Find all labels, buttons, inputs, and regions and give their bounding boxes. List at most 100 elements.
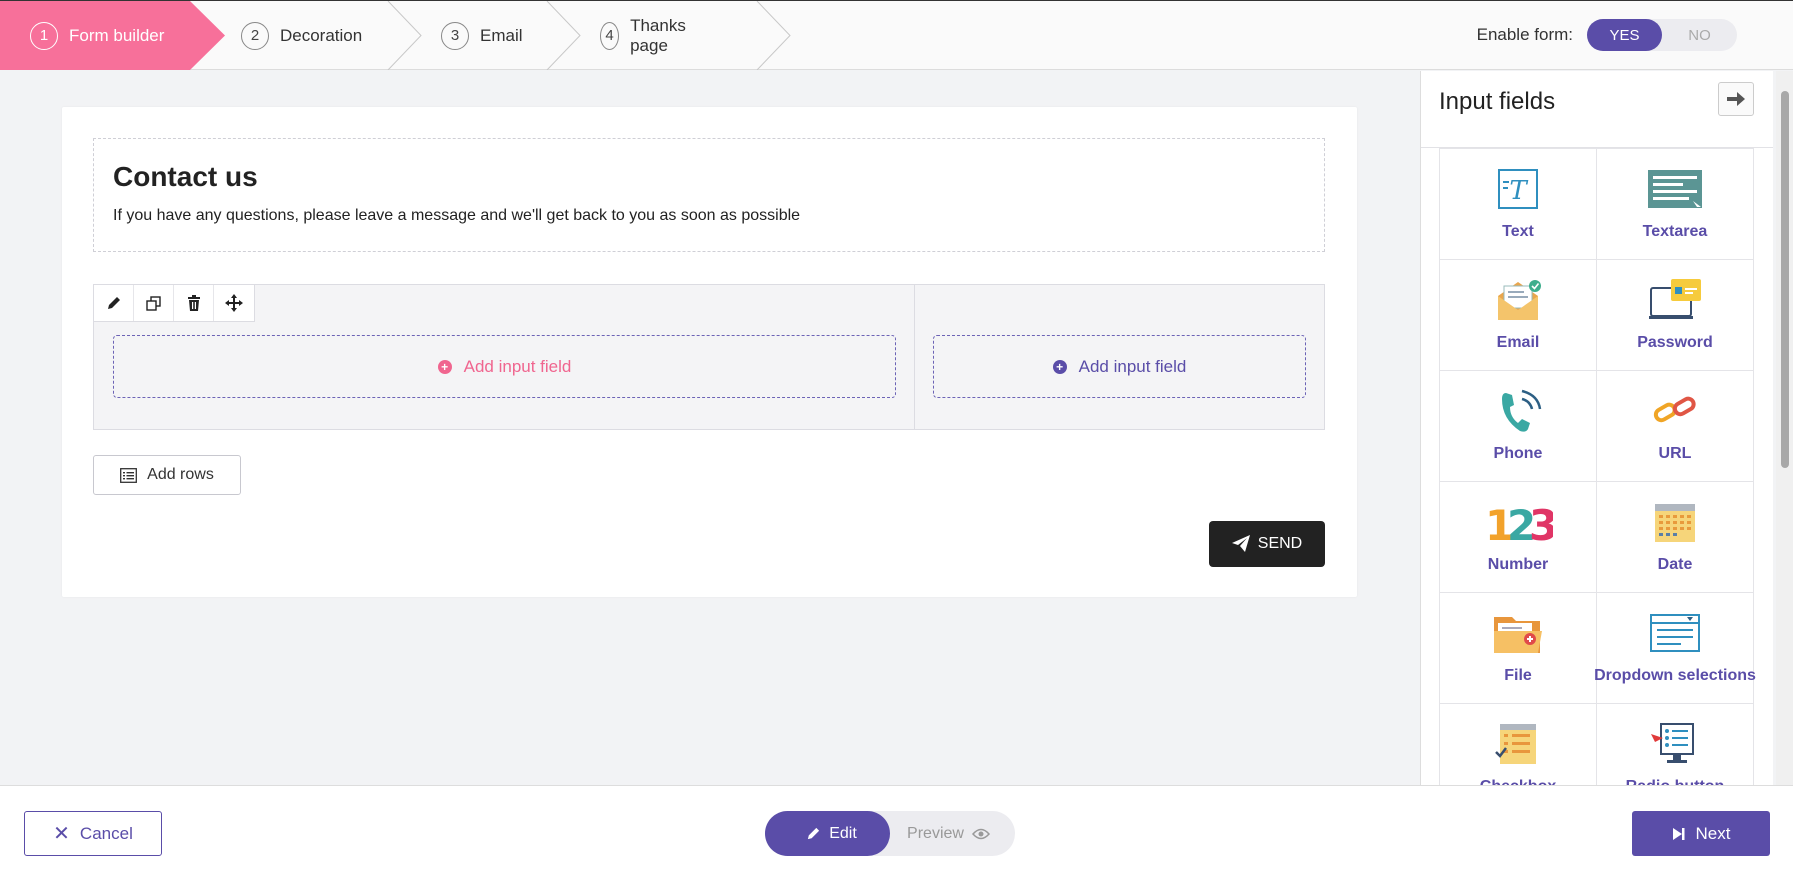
panel-title: Input fields [1439, 88, 1556, 115]
form-row: + Add input field + Add input field [93, 284, 1325, 430]
add-rows-button[interactable]: Add rows [93, 455, 241, 495]
field-type-url[interactable]: URL [1596, 370, 1754, 482]
edit-label: Edit [829, 824, 857, 842]
preview-label: Preview [907, 824, 964, 842]
trash-icon [187, 295, 200, 311]
svg-text:3: 3 [1529, 501, 1553, 546]
step-number: 4 [600, 21, 620, 50]
svg-text:T: T [1509, 176, 1528, 206]
field-type-email[interactable]: Email [1439, 259, 1597, 371]
date-icon [1655, 504, 1695, 542]
row-toolbar [94, 285, 255, 322]
cancel-button[interactable]: ✕ Cancel [24, 811, 162, 856]
mode-toggle: Edit Preview [765, 811, 1015, 856]
cancel-label: Cancel [79, 823, 133, 843]
field-type-text[interactable]: T Text [1439, 148, 1597, 260]
column-divider [914, 285, 915, 429]
list-icon [120, 467, 138, 483]
field-type-password[interactable]: Password [1596, 259, 1754, 371]
plus-circle-icon: + [437, 359, 452, 374]
number-icon: 123 [1485, 501, 1553, 546]
field-type-label: Dropdown selections [1594, 667, 1756, 684]
step-label: Thanks page [630, 15, 686, 55]
step-thanks-page[interactable]: 4 Thanks page [600, 1, 695, 70]
field-type-label: Text [1502, 223, 1534, 240]
step-decoration[interactable]: 2 Decoration [241, 1, 362, 70]
step-number: 2 [241, 21, 269, 50]
enable-form-yes[interactable]: YES [1587, 19, 1662, 51]
pencil-icon [808, 827, 820, 840]
field-type-textarea[interactable]: Textarea [1596, 148, 1754, 260]
bottom-action-bar: ✕ Cancel Edit Preview Next [0, 785, 1793, 879]
step-email[interactable]: 3 Email [441, 1, 523, 70]
collapse-panel-button[interactable] [1718, 82, 1754, 116]
password-icon [1649, 279, 1701, 319]
enable-form-no[interactable]: NO [1662, 19, 1737, 51]
form-header[interactable]: Contact us If you have any questions, pl… [93, 138, 1325, 252]
step-separator-icon [387, 1, 422, 70]
field-type-date[interactable]: Date [1596, 481, 1754, 593]
add-input-field-left[interactable]: + Add input field [113, 335, 896, 398]
step-label: Email [480, 25, 523, 45]
close-icon: ✕ [53, 823, 70, 845]
send-label: SEND [1257, 535, 1303, 552]
next-button[interactable]: Next [1632, 811, 1770, 856]
radio-icon [1651, 723, 1694, 763]
step-label: Decoration [280, 25, 363, 45]
textarea-icon [1648, 170, 1702, 208]
panel-scrollbar[interactable] [1776, 71, 1793, 785]
add-rows-label: Add rows [147, 466, 214, 483]
field-type-phone[interactable]: Phone [1439, 370, 1597, 482]
email-icon [1498, 280, 1541, 320]
form-description: If you have any questions, please leave … [113, 207, 801, 224]
move-row-button[interactable] [214, 285, 254, 321]
step-number: 3 [441, 21, 469, 50]
field-type-label: Date [1657, 556, 1693, 573]
field-type-label: URL [1658, 445, 1692, 462]
step-number: 1 [30, 21, 58, 50]
edit-row-button[interactable] [94, 285, 134, 321]
pencil-icon [107, 297, 120, 309]
input-fields-panel: Input fields T Text Textarea Email Passw… [1420, 71, 1773, 815]
enable-form-toggle[interactable]: YES NO [1587, 19, 1737, 51]
eye-icon [971, 828, 990, 839]
preview-mode-button[interactable]: Preview [890, 811, 1015, 856]
field-type-number[interactable]: 123 Number [1439, 481, 1597, 593]
next-label: Next [1695, 823, 1731, 843]
move-icon [225, 294, 243, 312]
duplicate-row-button[interactable] [134, 285, 174, 321]
field-type-label: Textarea [1642, 223, 1708, 240]
form-canvas: Contact us If you have any questions, pl… [62, 107, 1357, 597]
text-icon: T [1498, 169, 1538, 209]
enable-form-label: Enable form: [1476, 25, 1573, 44]
add-field-label: Add input field [1078, 356, 1187, 376]
scrollbar-thumb[interactable] [1781, 91, 1789, 468]
field-type-file[interactable]: File [1439, 592, 1597, 704]
field-type-label: Phone [1493, 445, 1543, 462]
plus-circle-icon: + [1052, 359, 1067, 374]
step-separator-icon [756, 1, 791, 70]
edit-mode-button[interactable]: Edit [765, 811, 890, 856]
arrow-right-icon [1727, 92, 1745, 106]
dropdown-icon [1650, 614, 1700, 652]
wizard-bar: 1 Form builder 2 Decoration 3 Email 4 Th… [0, 0, 1793, 70]
step-form-builder[interactable]: 1 Form builder [0, 1, 225, 70]
add-field-label: Add input field [463, 356, 572, 376]
field-type-label: Password [1637, 334, 1713, 351]
copy-icon [146, 295, 161, 311]
step-label: Form builder [69, 25, 165, 45]
paper-plane-icon [1231, 535, 1250, 552]
delete-row-button[interactable] [174, 285, 214, 321]
step-separator-icon [546, 1, 581, 70]
url-icon [1653, 396, 1696, 423]
field-type-dropdown[interactable]: Dropdown selections [1594, 592, 1756, 704]
field-type-label: Email [1496, 334, 1540, 351]
file-icon [1494, 617, 1542, 653]
panel-header: Input fields [1421, 71, 1773, 148]
send-button[interactable]: SEND [1209, 521, 1325, 567]
enable-form-control: Enable form: YES NO [1477, 19, 1737, 51]
field-type-label: Number [1487, 556, 1549, 573]
step-forward-icon [1672, 827, 1685, 840]
phone-icon [1502, 389, 1542, 432]
add-input-field-right[interactable]: + Add input field [933, 335, 1306, 398]
